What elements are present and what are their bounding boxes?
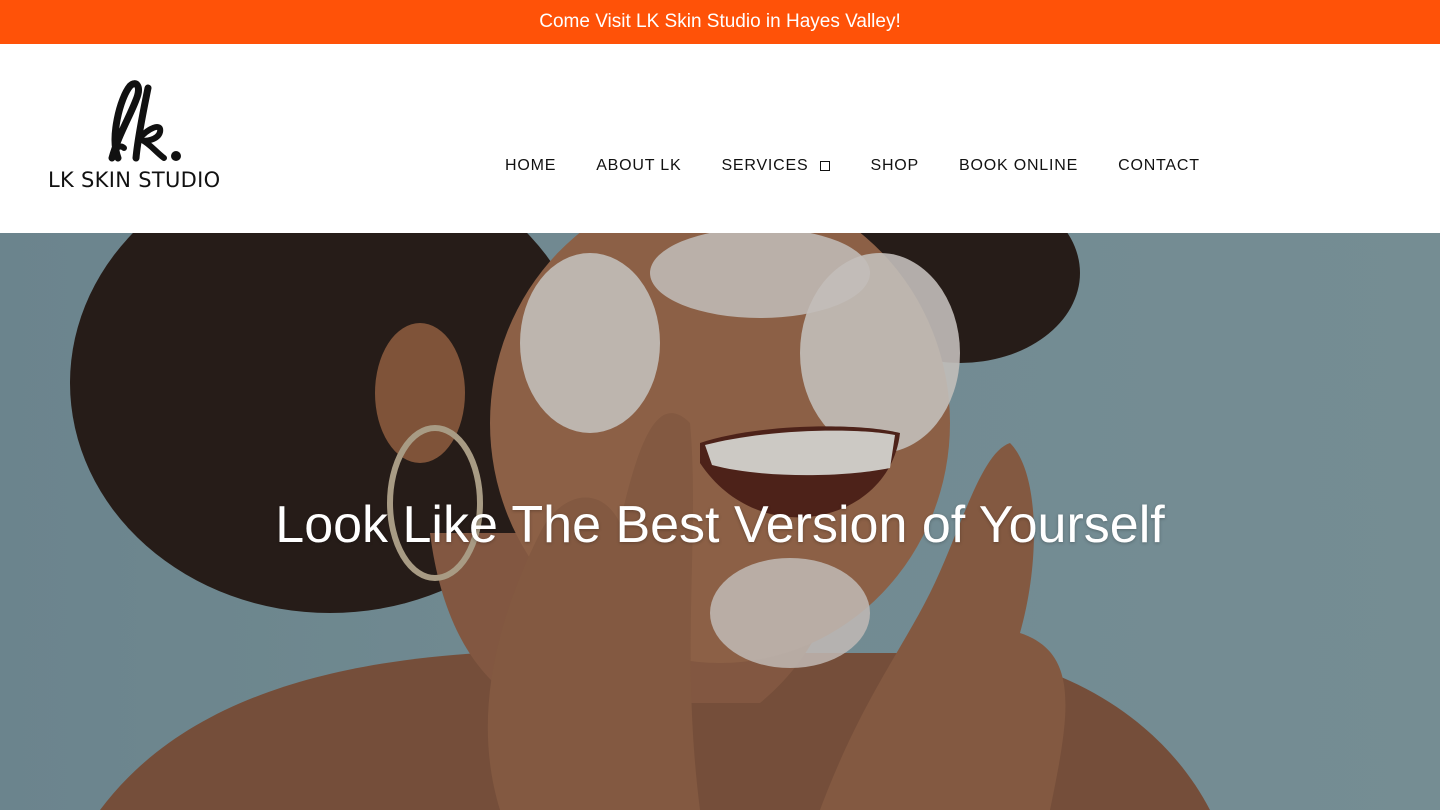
lk-script-logo-icon [108, 80, 181, 162]
nav-shop[interactable]: SHOP [870, 157, 919, 175]
nav-book-online[interactable]: BOOK ONLINE [959, 157, 1078, 175]
nav-home-label: HOME [505, 157, 557, 174]
nav-services[interactable]: SERVICES [721, 157, 831, 175]
announcement-text: Come Visit LK Skin Studio in Hayes Valle… [539, 11, 901, 32]
hero-banner: Look Like The Best Version of Yourself [0, 233, 1440, 810]
hero-title: Look Like The Best Version of Yourself [275, 496, 1165, 554]
nav-book-online-label: BOOK ONLINE [959, 157, 1079, 174]
nav-services-label: SERVICES [721, 157, 809, 174]
nav-contact-label: CONTACT [1118, 157, 1200, 174]
site-header: LK SKIN STUDIO HOME ABOUT LK SERVICES SH… [0, 44, 1440, 233]
site-logo[interactable]: LK SKIN STUDIO [46, 78, 226, 202]
nav-shop-label: SHOP [870, 157, 920, 174]
announcement-bar: Come Visit LK Skin Studio in Hayes Valle… [0, 0, 1440, 44]
dropdown-box-icon[interactable] [820, 161, 831, 171]
nav-home[interactable]: HOME [505, 157, 556, 175]
nav-contact[interactable]: CONTACT [1118, 157, 1200, 175]
logo-wordmark: LK SKIN STUDIO [48, 168, 221, 192]
main-nav: HOME ABOUT LK SERVICES SHOP BOOK ONLINE … [505, 154, 1200, 178]
nav-about[interactable]: ABOUT LK [596, 157, 681, 175]
nav-about-label: ABOUT LK [596, 157, 682, 174]
